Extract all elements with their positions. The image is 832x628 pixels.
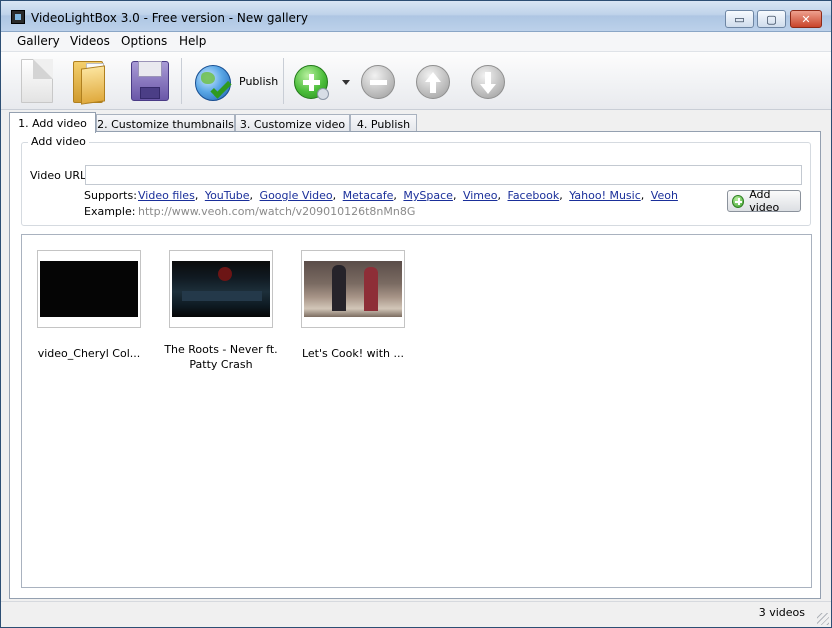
add-video-button-label: Add video (749, 188, 780, 214)
title-bar[interactable]: VideoLightBox 3.0 - Free version - New g… (1, 1, 831, 32)
gallery-item[interactable]: The Roots - Never ft. Patty Crash (164, 250, 278, 372)
add-video-group: Add video Video URL Supports: Video file… (21, 135, 811, 226)
status-bar: 3 videos (1, 601, 831, 627)
video-thumbnail (172, 261, 270, 317)
video-thumbnail (304, 261, 402, 317)
video-url-label: Video URL (30, 169, 87, 182)
app-window: VideoLightBox 3.0 - Free version - New g… (0, 0, 832, 628)
move-up-button[interactable] (416, 57, 452, 105)
close-button[interactable]: ✕ (790, 10, 822, 28)
gallery-item[interactable]: video_Cheryl Col... (37, 250, 141, 361)
resize-grip-icon[interactable] (817, 613, 829, 625)
add-video-button[interactable]: Add video (727, 188, 801, 214)
link-metacafe[interactable]: Metacafe (343, 189, 394, 202)
menu-videos[interactable]: Videos (70, 34, 110, 48)
example-url: http://www.veoh.com/watch/v209010126t8nM… (138, 205, 416, 218)
video-url-input[interactable] (85, 165, 802, 185)
link-video-files[interactable]: Video files (138, 189, 195, 202)
link-youtube[interactable]: YouTube (205, 189, 250, 202)
gallery-item-caption: Let's Cook! with ... (301, 347, 404, 360)
link-vimeo[interactable]: Vimeo (463, 189, 498, 202)
supports-label: Supports: (84, 189, 137, 202)
add-video-toolbar-button[interactable] (293, 57, 355, 105)
publish-label: Publish (239, 75, 279, 88)
example-label: Example: (84, 205, 136, 218)
move-down-icon (471, 65, 505, 99)
toolbar-separator (283, 58, 284, 104)
remove-icon (361, 65, 395, 99)
move-up-icon (416, 65, 450, 99)
menu-gallery[interactable]: Gallery (17, 34, 60, 48)
publish-button[interactable]: Publish (193, 57, 283, 105)
gallery-item-caption: video_Cheryl Col... (37, 347, 141, 360)
menu-bar: Gallery Videos Options Help (1, 32, 831, 52)
toolbar: Publish (1, 52, 831, 110)
link-myspace[interactable]: MySpace (403, 189, 453, 202)
thumbnail-frame (301, 250, 405, 328)
link-google-video[interactable]: Google Video (260, 189, 333, 202)
new-document-icon (21, 59, 53, 103)
add-video-legend: Add video (28, 135, 89, 148)
video-gallery-list[interactable]: video_Cheryl Col... The Roots - Never ft… (21, 234, 812, 588)
gear-badge-icon (317, 88, 329, 100)
link-veoh[interactable]: Veoh (651, 189, 678, 202)
menu-options[interactable]: Options (121, 34, 167, 48)
tab-add-video[interactable]: 1. Add video (9, 112, 96, 133)
link-yahoo-music[interactable]: Yahoo! Music (569, 189, 641, 202)
move-down-button[interactable] (471, 57, 507, 105)
video-thumbnail (40, 261, 138, 317)
gallery-item[interactable]: Let's Cook! with ... (301, 250, 405, 361)
open-gallery-button[interactable] (69, 57, 113, 105)
gallery-item-caption: The Roots - Never ft. Patty Crash (164, 343, 278, 371)
add-icon (732, 194, 745, 208)
link-facebook[interactable]: Facebook (508, 189, 560, 202)
film-icon (11, 10, 25, 24)
window-title: VideoLightBox 3.0 - Free version - New g… (31, 11, 308, 25)
dropdown-arrow-icon[interactable] (342, 80, 350, 85)
menu-help[interactable]: Help (179, 34, 206, 48)
video-count: 3 videos (758, 606, 805, 619)
maximize-button[interactable]: ▢ (757, 10, 786, 28)
thumbnail-frame (37, 250, 141, 328)
toolbar-separator (181, 58, 182, 104)
new-gallery-button[interactable] (19, 57, 57, 105)
add-video-panel: Add video Video URL Supports: Video file… (9, 131, 821, 599)
minimize-button[interactable]: ▭ (725, 10, 754, 28)
save-gallery-button[interactable] (129, 57, 173, 105)
supports-links: Video files, YouTube, Google Video, Meta… (138, 189, 678, 202)
remove-video-button[interactable] (361, 57, 397, 105)
thumbnail-frame (169, 250, 273, 328)
